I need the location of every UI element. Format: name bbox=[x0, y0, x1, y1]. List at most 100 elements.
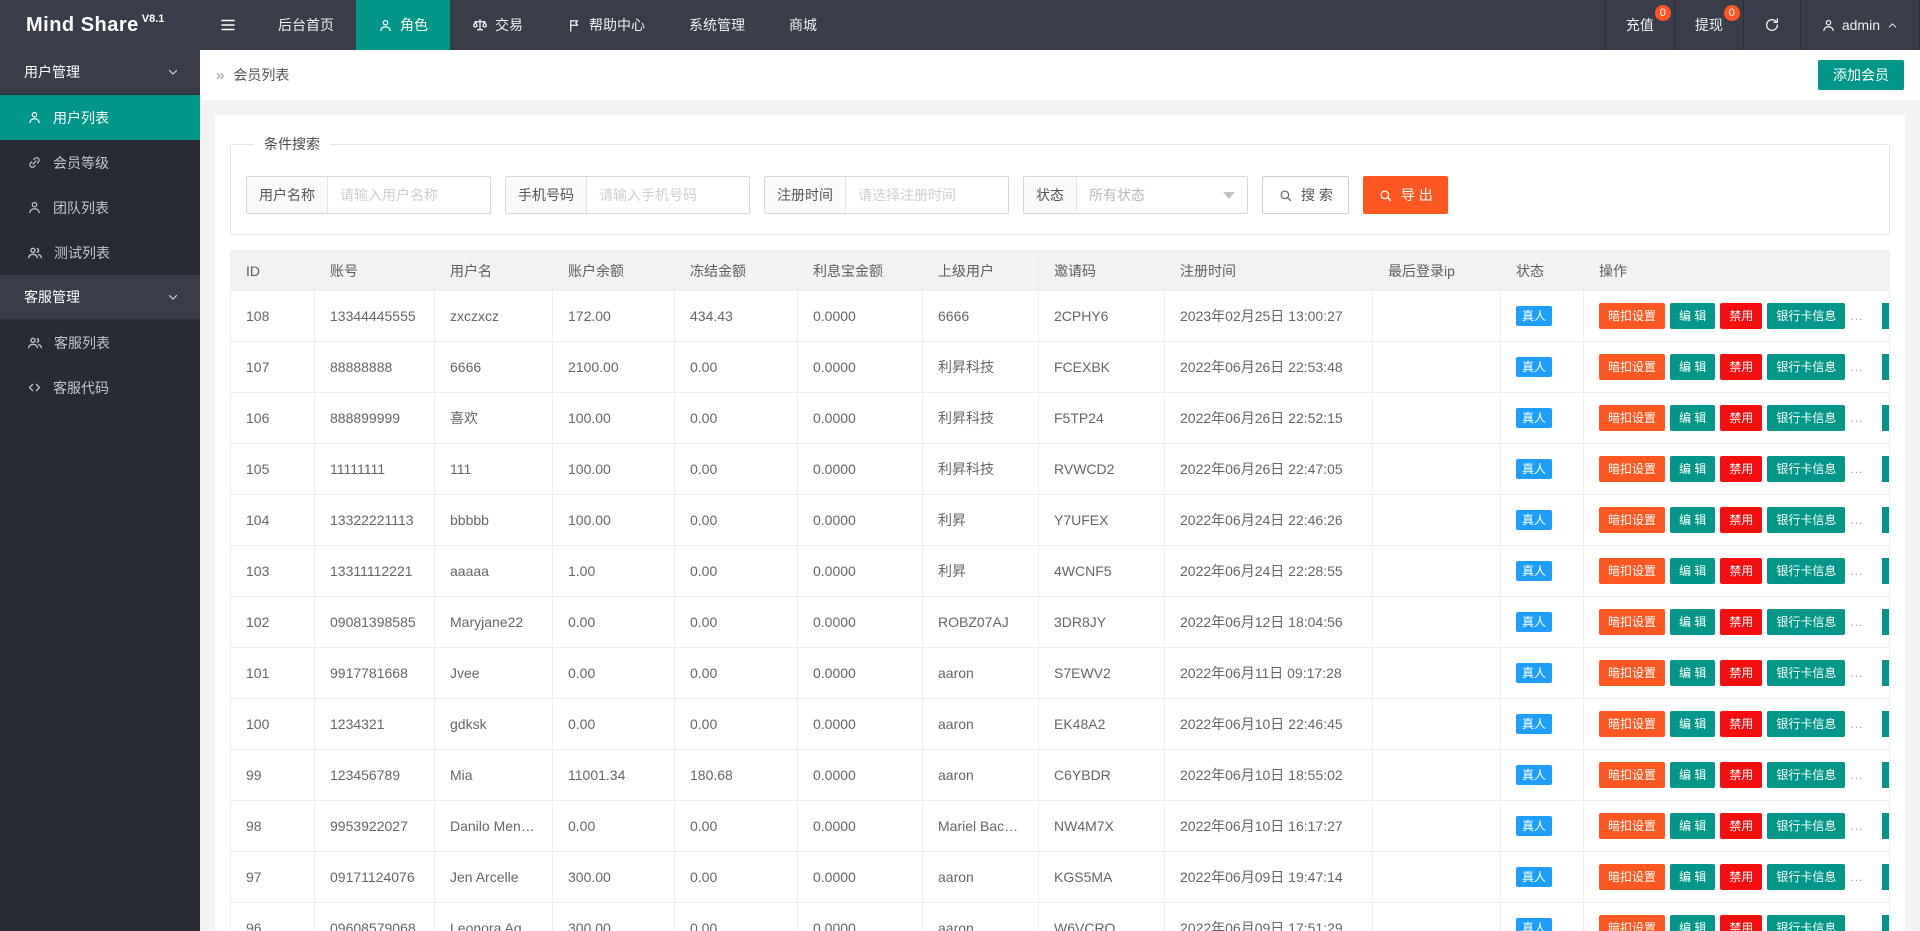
bank-card-info-button[interactable]: 银行卡信息 bbox=[1767, 711, 1845, 737]
clipped-action-button[interactable] bbox=[1882, 660, 1889, 686]
top-nav-item-mall[interactable]: 商城 bbox=[767, 0, 839, 50]
more-actions[interactable]: ... bbox=[1850, 666, 1863, 680]
edit-button[interactable]: 编 辑 bbox=[1670, 507, 1715, 533]
top-nav-item-help-center[interactable]: 帮助中心 bbox=[545, 0, 667, 50]
edit-button[interactable]: 编 辑 bbox=[1670, 915, 1715, 931]
status-badge[interactable]: 真人 bbox=[1516, 867, 1552, 887]
edit-button[interactable]: 编 辑 bbox=[1670, 711, 1715, 737]
top-nav-item-trade[interactable]: 交易 bbox=[450, 0, 545, 50]
sidebar-item-user-list[interactable]: 用户列表 bbox=[0, 95, 200, 140]
bank-card-info-button[interactable]: 银行卡信息 bbox=[1767, 813, 1845, 839]
status-badge[interactable]: 真人 bbox=[1516, 510, 1552, 530]
edit-button[interactable]: 编 辑 bbox=[1670, 558, 1715, 584]
clipped-action-button[interactable] bbox=[1882, 507, 1889, 533]
more-actions[interactable]: ... bbox=[1850, 870, 1863, 884]
edit-button[interactable]: 编 辑 bbox=[1670, 813, 1715, 839]
collapse-sidebar-button[interactable] bbox=[200, 0, 256, 50]
status-select[interactable]: 所有状态 bbox=[1077, 177, 1247, 213]
hidden-deduction-button[interactable]: 暗扣设置 bbox=[1599, 660, 1665, 686]
edit-button[interactable]: 编 辑 bbox=[1670, 354, 1715, 380]
sidebar-group-service-management[interactable]: 客服管理 bbox=[0, 275, 200, 320]
status-badge[interactable]: 真人 bbox=[1516, 306, 1552, 326]
disable-button[interactable]: 禁用 bbox=[1720, 558, 1762, 584]
edit-button[interactable]: 编 辑 bbox=[1670, 609, 1715, 635]
top-nav-item-dashboard[interactable]: 后台首页 bbox=[256, 0, 356, 50]
more-actions[interactable]: ... bbox=[1850, 462, 1863, 476]
disable-button[interactable]: 禁用 bbox=[1720, 915, 1762, 931]
username-input[interactable] bbox=[328, 177, 490, 213]
hidden-deduction-button[interactable]: 暗扣设置 bbox=[1599, 762, 1665, 788]
more-actions[interactable]: ... bbox=[1850, 309, 1863, 323]
edit-button[interactable]: 编 辑 bbox=[1670, 456, 1715, 482]
top-nav-item-system[interactable]: 系统管理 bbox=[667, 0, 767, 50]
bank-card-info-button[interactable]: 银行卡信息 bbox=[1767, 660, 1845, 686]
status-badge[interactable]: 真人 bbox=[1516, 459, 1552, 479]
bank-card-info-button[interactable]: 银行卡信息 bbox=[1767, 507, 1845, 533]
refresh-button[interactable] bbox=[1743, 0, 1800, 50]
clipped-action-button[interactable] bbox=[1882, 405, 1889, 431]
bank-card-info-button[interactable]: 银行卡信息 bbox=[1767, 762, 1845, 788]
disable-button[interactable]: 禁用 bbox=[1720, 864, 1762, 890]
clipped-action-button[interactable] bbox=[1882, 864, 1889, 890]
bank-card-info-button[interactable]: 银行卡信息 bbox=[1767, 303, 1845, 329]
recharge-button[interactable]: 充值 0 bbox=[1605, 0, 1674, 50]
more-actions[interactable]: ... bbox=[1850, 717, 1863, 731]
sidebar-item-team-list[interactable]: 团队列表 bbox=[0, 185, 200, 230]
disable-button[interactable]: 禁用 bbox=[1720, 405, 1762, 431]
status-badge[interactable]: 真人 bbox=[1516, 357, 1552, 377]
disable-button[interactable]: 禁用 bbox=[1720, 303, 1762, 329]
disable-button[interactable]: 禁用 bbox=[1720, 762, 1762, 788]
disable-button[interactable]: 禁用 bbox=[1720, 507, 1762, 533]
hidden-deduction-button[interactable]: 暗扣设置 bbox=[1599, 813, 1665, 839]
edit-button[interactable]: 编 辑 bbox=[1670, 303, 1715, 329]
withdraw-button[interactable]: 提现 0 bbox=[1674, 0, 1743, 50]
bank-card-info-button[interactable]: 银行卡信息 bbox=[1767, 558, 1845, 584]
hidden-deduction-button[interactable]: 暗扣设置 bbox=[1599, 864, 1665, 890]
register-time-input[interactable] bbox=[846, 177, 1008, 213]
clipped-action-button[interactable] bbox=[1882, 609, 1889, 635]
bank-card-info-button[interactable]: 银行卡信息 bbox=[1767, 609, 1845, 635]
disable-button[interactable]: 禁用 bbox=[1720, 711, 1762, 737]
more-actions[interactable]: ... bbox=[1850, 615, 1863, 629]
more-actions[interactable]: ... bbox=[1850, 411, 1863, 425]
clipped-action-button[interactable] bbox=[1882, 813, 1889, 839]
status-badge[interactable]: 真人 bbox=[1516, 663, 1552, 683]
clipped-action-button[interactable] bbox=[1882, 915, 1889, 931]
more-actions[interactable]: ... bbox=[1850, 819, 1863, 833]
disable-button[interactable]: 禁用 bbox=[1720, 609, 1762, 635]
status-badge[interactable]: 真人 bbox=[1516, 561, 1552, 581]
export-button[interactable]: 导 出 bbox=[1363, 176, 1448, 214]
more-actions[interactable]: ... bbox=[1850, 564, 1863, 578]
search-button[interactable]: 搜 索 bbox=[1262, 176, 1349, 214]
hidden-deduction-button[interactable]: 暗扣设置 bbox=[1599, 609, 1665, 635]
hidden-deduction-button[interactable]: 暗扣设置 bbox=[1599, 711, 1665, 737]
disable-button[interactable]: 禁用 bbox=[1720, 456, 1762, 482]
edit-button[interactable]: 编 辑 bbox=[1670, 864, 1715, 890]
top-nav-item-roles[interactable]: 角色 bbox=[356, 0, 450, 50]
status-badge[interactable]: 真人 bbox=[1516, 918, 1552, 931]
bank-card-info-button[interactable]: 银行卡信息 bbox=[1767, 915, 1845, 931]
more-actions[interactable]: ... bbox=[1850, 360, 1863, 374]
disable-button[interactable]: 禁用 bbox=[1720, 813, 1762, 839]
edit-button[interactable]: 编 辑 bbox=[1670, 660, 1715, 686]
more-actions[interactable]: ... bbox=[1850, 768, 1863, 782]
sidebar-item-member-level[interactable]: 会员等级 bbox=[0, 140, 200, 185]
status-badge[interactable]: 真人 bbox=[1516, 816, 1552, 836]
hidden-deduction-button[interactable]: 暗扣设置 bbox=[1599, 558, 1665, 584]
more-actions[interactable]: ... bbox=[1850, 513, 1863, 527]
sidebar-item-test-list[interactable]: 测试列表 bbox=[0, 230, 200, 275]
clipped-action-button[interactable] bbox=[1882, 558, 1889, 584]
sidebar-group-user-management[interactable]: 用户管理 bbox=[0, 50, 200, 95]
status-badge[interactable]: 真人 bbox=[1516, 714, 1552, 734]
disable-button[interactable]: 禁用 bbox=[1720, 354, 1762, 380]
hidden-deduction-button[interactable]: 暗扣设置 bbox=[1599, 915, 1665, 931]
phone-input[interactable] bbox=[587, 177, 749, 213]
bank-card-info-button[interactable]: 银行卡信息 bbox=[1767, 405, 1845, 431]
user-menu[interactable]: admin bbox=[1800, 0, 1920, 50]
hidden-deduction-button[interactable]: 暗扣设置 bbox=[1599, 303, 1665, 329]
bank-card-info-button[interactable]: 银行卡信息 bbox=[1767, 864, 1845, 890]
clipped-action-button[interactable] bbox=[1882, 711, 1889, 737]
disable-button[interactable]: 禁用 bbox=[1720, 660, 1762, 686]
bank-card-info-button[interactable]: 银行卡信息 bbox=[1767, 354, 1845, 380]
hidden-deduction-button[interactable]: 暗扣设置 bbox=[1599, 405, 1665, 431]
